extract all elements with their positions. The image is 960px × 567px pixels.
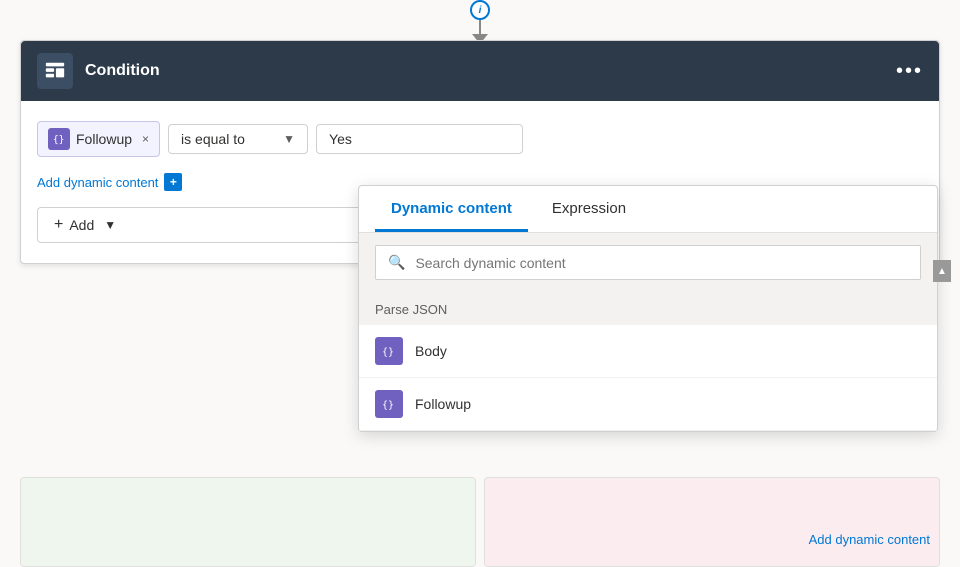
add-dynamic-icon: + [164,173,182,191]
scroll-up-icon: ▲ [937,266,947,277]
panel-search-area: 🔍 [359,233,937,292]
connector-icon: i [479,5,482,16]
tab-dynamic-content[interactable]: Dynamic content [375,186,528,232]
token-icon-svg: {} [52,132,66,146]
token-label: Followup [76,131,132,147]
followup-icon-svg: {} [381,396,397,412]
operator-dropdown[interactable]: is equal to ▼ [168,124,308,154]
tab-expression[interactable]: Expression [536,186,642,232]
body-icon-svg: {} [381,343,397,359]
branch-areas [20,477,940,567]
token-close-button[interactable]: × [142,132,149,146]
connector-line-down [479,20,481,34]
plus-icon: + [54,216,63,234]
condition-header-left: Condition [37,53,160,89]
dynamic-search-input[interactable] [415,255,908,271]
panel-tabs: Dynamic content Expression [359,186,937,233]
canvas-add-label: Add dynamic content [809,532,930,547]
svg-text:{}: {} [382,400,394,411]
followup-token[interactable]: {} Followup × [37,121,160,157]
token-icon: {} [48,128,70,150]
svg-text:{}: {} [53,135,65,146]
chevron-down-icon: ▼ [283,132,295,146]
search-icon: 🔍 [388,254,405,271]
branch-no [484,477,940,567]
branch-yes [20,477,476,567]
svg-text:{}: {} [382,347,394,358]
value-input[interactable] [316,124,523,154]
scroll-up-button[interactable]: ▲ [933,260,951,282]
body-item-label: Body [415,343,447,359]
condition-icon-box [37,53,73,89]
condition-icon-svg [44,60,66,82]
parse-json-section-header: Parse JSON [359,292,937,325]
connector-circle: i [470,0,490,20]
add-button-label: Add [69,217,94,233]
search-box: 🔍 [375,245,921,280]
followup-item-label: Followup [415,396,471,412]
canvas-add-button[interactable]: Add dynamic content [809,532,930,547]
operator-value: is equal to [181,131,245,147]
body-item-icon: {} [375,337,403,365]
dynamic-content-panel: Dynamic content Expression 🔍 Parse JSON … [358,185,938,432]
condition-header: Condition ••• [21,41,939,101]
list-item[interactable]: {} Followup [359,378,937,431]
connector-top: i [470,0,490,44]
list-item[interactable]: {} Body [359,325,937,378]
condition-more-button[interactable]: ••• [896,60,923,83]
condition-title: Condition [85,62,160,80]
add-dynamic-label: Add dynamic content [37,175,158,190]
flow-canvas: i Condition ••• [0,0,960,567]
add-chevron-icon: ▼ [104,218,116,232]
panel-content: Parse JSON {} Body {} Followup [359,292,937,431]
followup-item-icon: {} [375,390,403,418]
condition-row: {} Followup × is equal to ▼ [37,121,923,157]
